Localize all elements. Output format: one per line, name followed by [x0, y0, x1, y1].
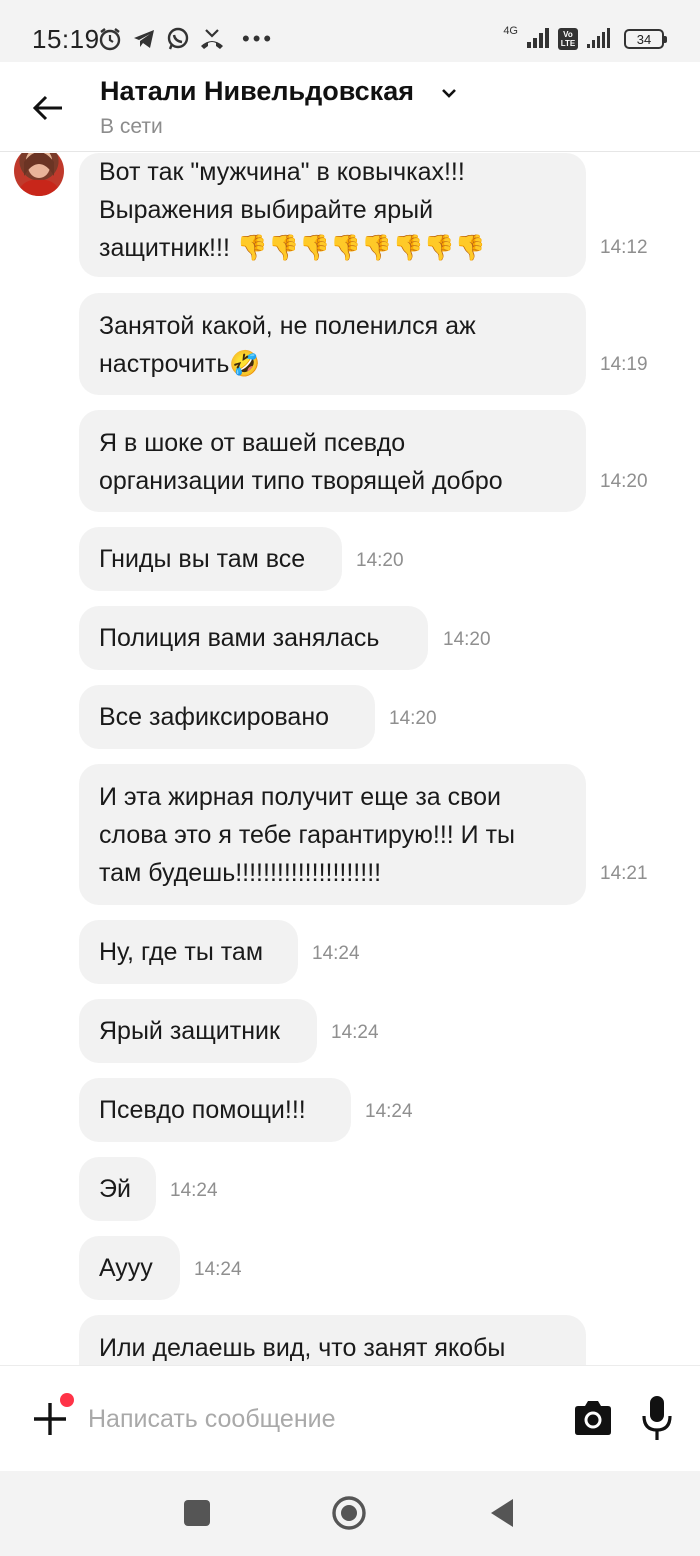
volte-badge: Vo LTE — [558, 28, 578, 50]
message-time: 14:24 — [170, 1180, 218, 1201]
message-bubble[interactable]: Гниды вы там все — [79, 527, 342, 591]
arrow-left-icon — [32, 95, 62, 121]
message-line: И эта жирная получит еще за свои — [99, 783, 502, 811]
message-bubble[interactable]: Псевдо помощи!!! — [79, 1078, 351, 1142]
back-button[interactable] — [28, 88, 68, 128]
message-time: 14:24 — [331, 1022, 379, 1043]
whatsapp-icon — [164, 25, 192, 53]
message-time: 14:20 — [600, 471, 648, 492]
back-triangle-button[interactable] — [489, 1497, 515, 1529]
message-line: Псевдо помощи!!! — [99, 1096, 306, 1124]
message-line: Или делаешь вид, что занят якобы — [99, 1334, 506, 1362]
message-line: организации типо творящей добро — [99, 467, 503, 495]
chevron-down-icon[interactable] — [440, 86, 458, 100]
missed-call-icon — [198, 25, 226, 53]
message-line: настрочить🤣 — [99, 350, 261, 378]
camera-icon[interactable] — [572, 1399, 614, 1437]
message-time: 14:24 — [194, 1259, 242, 1280]
message-composer — [0, 1365, 700, 1471]
message-line: защитник!!! 👎👎👎👎👎👎👎👎 — [99, 234, 486, 262]
network-type-label: 4G — [503, 25, 518, 37]
signal-icon-2 — [586, 26, 616, 53]
alarm-icon — [96, 25, 124, 53]
signal-icon — [526, 26, 550, 53]
message-bubble[interactable]: Полиция вами занялась — [79, 606, 428, 670]
message-line: Эй — [99, 1175, 131, 1203]
message-line: Все зафиксировано — [99, 703, 330, 731]
system-navigation-bar — [0, 1471, 700, 1556]
contact-name[interactable]: Натали Нивельдовская — [100, 76, 414, 107]
message-bubble[interactable]: Занятой какой, не поленился аж настрочит… — [79, 293, 586, 395]
message-time: 14:20 — [443, 629, 491, 650]
message-bubble[interactable]: Все зафиксировано — [79, 685, 375, 749]
message-time: 14:20 — [389, 708, 437, 729]
microphone-icon[interactable] — [640, 1394, 674, 1442]
message-bubble[interactable]: Или делаешь вид, что занят якобы — [79, 1315, 586, 1365]
message-list[interactable]: Вот так "мужчина" в ковычках!!! Выражени… — [0, 153, 700, 1365]
message-line: Я в шоке от вашей псевдо — [99, 429, 406, 457]
message-time: 14:24 — [312, 943, 360, 964]
message-time: 14:20 — [356, 550, 404, 571]
more-notifications-dots: ••• — [242, 26, 275, 51]
contact-avatar[interactable] — [14, 153, 64, 196]
message-line: Занятой какой, не поленился аж — [99, 312, 476, 340]
message-line: Ярый защитник — [99, 1017, 280, 1045]
message-bubble[interactable]: И эта жирная получит еще за свои слова э… — [79, 764, 586, 905]
message-line: Ну, где ты там — [99, 938, 264, 966]
message-line: Выражения выбирайте ярый — [99, 196, 434, 224]
battery-indicator: 34 — [624, 29, 667, 49]
message-time: 14:19 — [600, 354, 648, 375]
telegram-icon — [130, 25, 158, 53]
message-bubble[interactable]: Я в шоке от вашей псевдо организации тип… — [79, 410, 586, 512]
message-line: слова это я тебе гарантирую!!! И ты — [99, 821, 516, 849]
recent-apps-button[interactable] — [184, 1500, 210, 1526]
message-line: Вот так "мужчина" в ковычках!!! — [99, 158, 465, 186]
contact-online-status: В сети — [100, 115, 163, 138]
message-bubble[interactable]: Ну, где ты там — [79, 920, 298, 984]
status-notification-icons: ••• — [96, 24, 274, 54]
message-line: Полиция вами занялась — [99, 624, 380, 652]
message-bubble[interactable]: Эй — [79, 1157, 156, 1221]
message-time: 14:24 — [365, 1101, 413, 1122]
message-line: там будешь!!!!!!!!!!!!!!!!!!!!! — [99, 859, 382, 887]
message-bubble[interactable]: Вот так "мужчина" в ковычках!!! Выражени… — [79, 153, 586, 277]
status-bar: 15:19 ••• 4G Vo LTE 34 — [0, 0, 700, 62]
message-time: 14:21 — [600, 863, 648, 884]
message-time: 14:12 — [600, 237, 648, 258]
home-button[interactable] — [331, 1495, 367, 1531]
message-input[interactable] — [88, 1396, 548, 1442]
status-time: 15:19 — [32, 24, 100, 54]
message-line: Гниды вы там все — [99, 545, 306, 573]
status-system-icons: 4G Vo LTE 34 — [503, 24, 667, 54]
message-bubble[interactable]: Ayyy — [79, 1236, 180, 1300]
message-bubble[interactable]: Ярый защитник — [79, 999, 317, 1063]
attachment-notification-dot — [60, 1393, 74, 1407]
message-line: Ayyy — [99, 1254, 153, 1282]
chat-header: Натали Нивельдовская В сети — [0, 62, 700, 152]
